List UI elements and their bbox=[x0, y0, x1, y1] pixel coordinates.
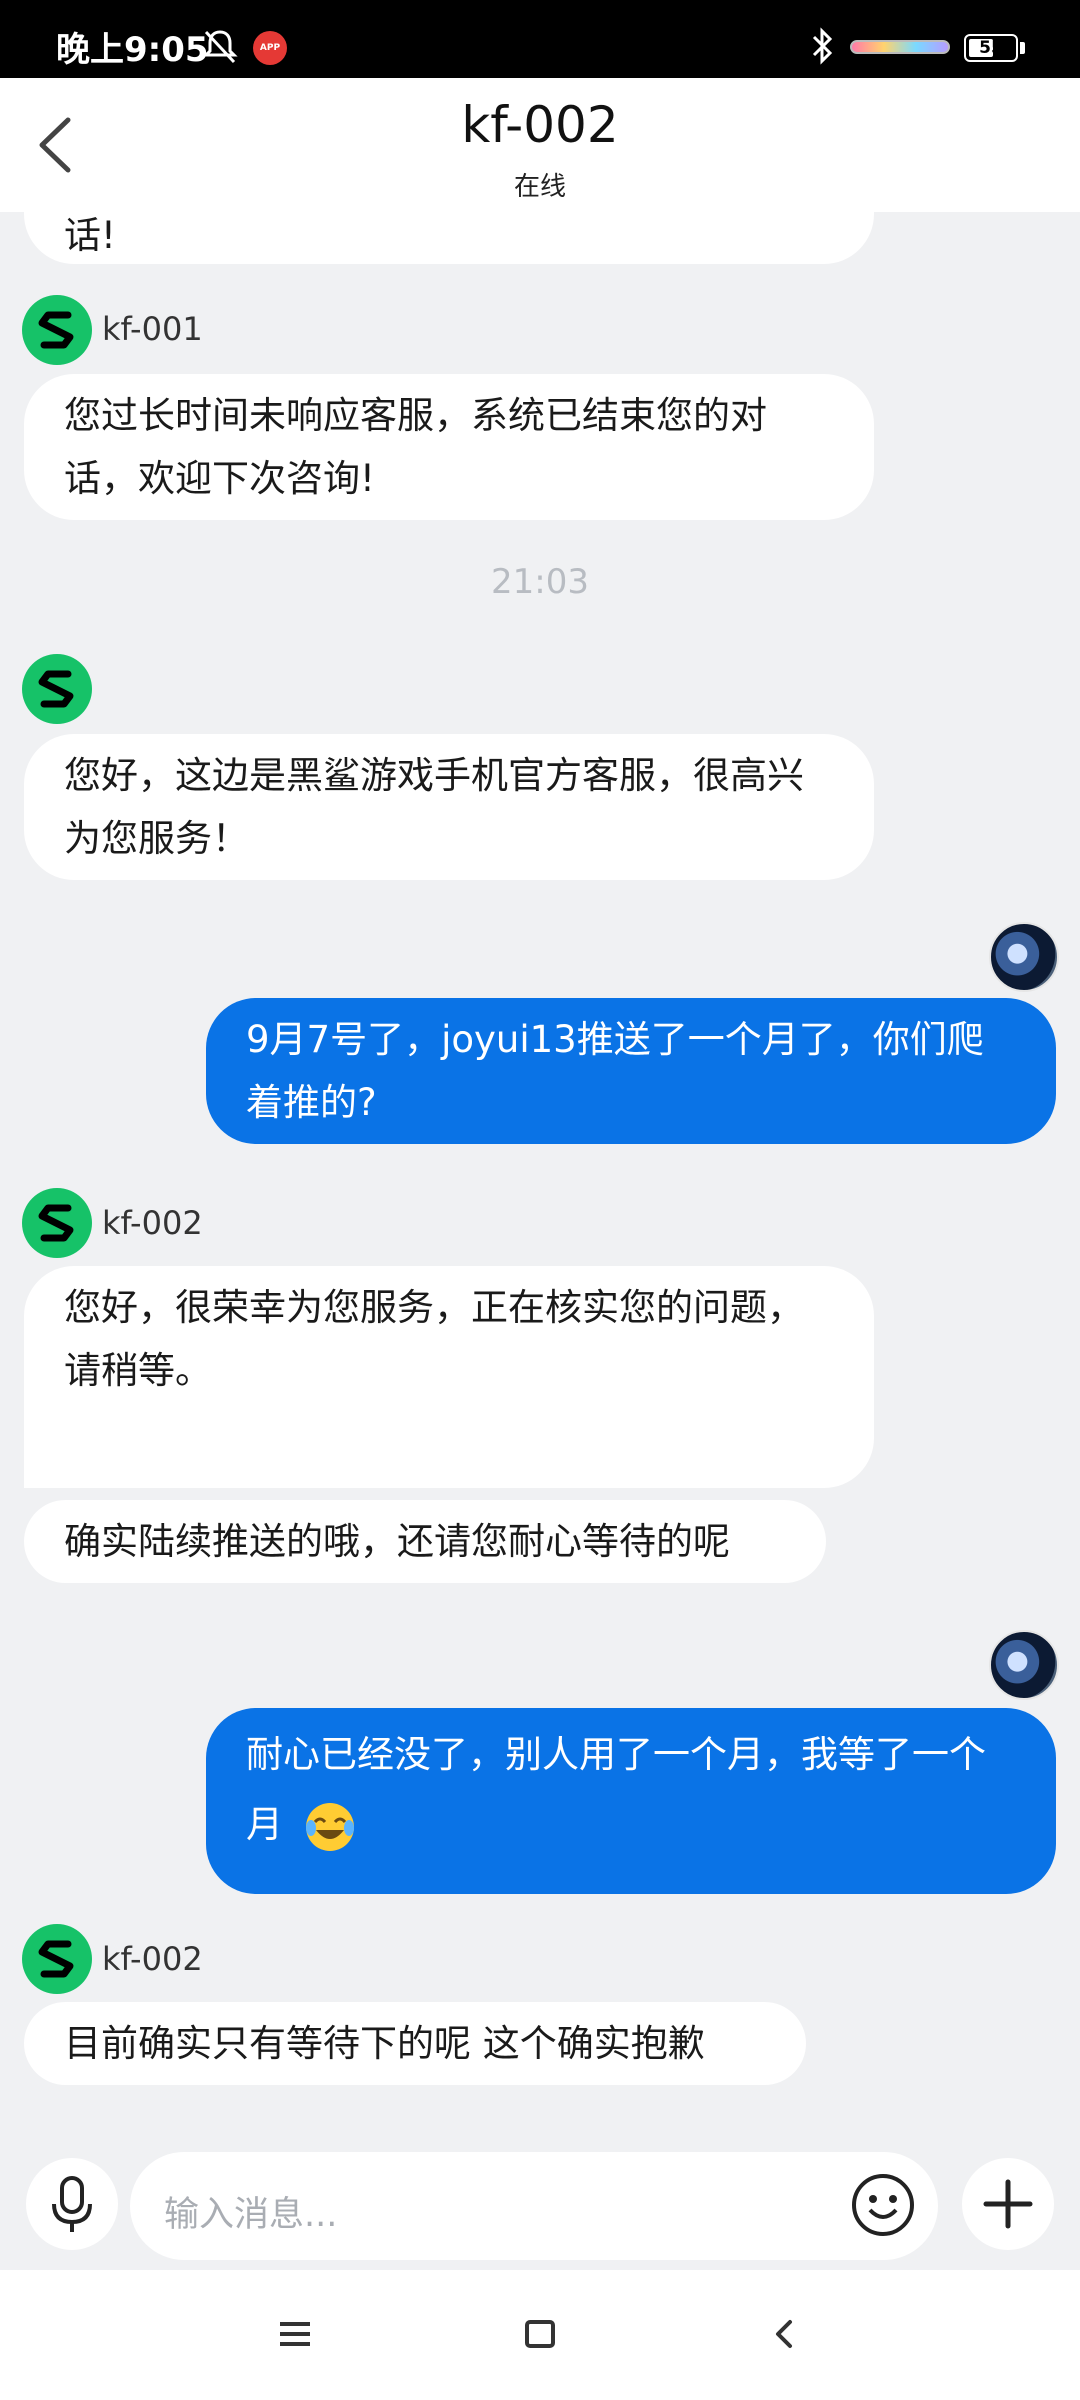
message-bubble: 您好，这边是黑鲨游戏手机官方客服，很高兴为您服务！ bbox=[24, 734, 874, 880]
message-bubble: 话! bbox=[24, 212, 874, 264]
plus-icon bbox=[983, 2179, 1033, 2229]
message-bubble: 确实陆续推送的哦，还请您耐心等待的呢 bbox=[24, 1500, 826, 1583]
home-icon[interactable] bbox=[505, 2300, 575, 2370]
status-time: 晚上9:05 bbox=[56, 30, 209, 70]
message-list[interactable]: 话! kf-001 您过长时间未响应客服，系统已结束您的对话，欢迎下次咨询! 2… bbox=[0, 212, 1080, 2152]
mic-icon bbox=[52, 2176, 92, 2232]
message-bubble: 您好，很荣幸为您服务，正在核实您的问题，请稍等。 bbox=[24, 1266, 874, 1488]
my-message-text: 耐心已经没了，别人用了一个月，我等了一个月 bbox=[246, 1733, 986, 1846]
nav-back-icon[interactable] bbox=[750, 2300, 820, 2370]
sender-name: kf-002 bbox=[102, 1940, 203, 1978]
battery-level: 55 bbox=[979, 38, 1003, 58]
agent-avatar[interactable] bbox=[22, 654, 92, 724]
message-input[interactable]: 输入消息... bbox=[130, 2152, 938, 2260]
chat-title: kf-002 bbox=[461, 96, 619, 154]
user-avatar[interactable] bbox=[989, 1630, 1059, 1700]
message-bubble: 目前确实只有等待下的呢 这个确实抱歉 bbox=[24, 2002, 806, 2085]
sender-name: kf-002 bbox=[102, 1204, 203, 1242]
battery-icon: 55 bbox=[964, 34, 1018, 62]
message-input-bar: 输入消息... bbox=[0, 2140, 1080, 2270]
message-bubble: 您过长时间未响应客服，系统已结束您的对话，欢迎下次咨询! bbox=[24, 374, 874, 520]
my-message-bubble: 耐心已经没了，别人用了一个月，我等了一个月 bbox=[206, 1708, 1056, 1894]
status-bar: 晚上9:05 APP 55 bbox=[0, 0, 1080, 78]
tears-of-joy-emoji-icon bbox=[305, 1802, 354, 1851]
agent-avatar[interactable] bbox=[22, 1924, 92, 1994]
signal-indicator bbox=[850, 40, 950, 54]
app-notification-badge: APP bbox=[253, 31, 287, 65]
voice-input-button[interactable] bbox=[26, 2158, 118, 2250]
user-avatar[interactable] bbox=[989, 922, 1059, 992]
bluetooth-icon bbox=[812, 27, 833, 65]
system-nav-bar bbox=[0, 2270, 1080, 2400]
online-status: 在线 bbox=[513, 172, 566, 202]
sender-name: kf-001 bbox=[102, 310, 203, 348]
battery-cap bbox=[1020, 42, 1025, 54]
mute-bell-icon bbox=[202, 30, 238, 64]
agent-avatar[interactable] bbox=[22, 1188, 92, 1258]
my-message-bubble: 9月7号了，joyui13推送了一个月了，你们爬着推的? bbox=[206, 998, 1056, 1144]
emoji-icon[interactable] bbox=[848, 2170, 918, 2240]
agent-avatar[interactable] bbox=[22, 295, 92, 365]
input-placeholder: 输入消息... bbox=[164, 2195, 338, 2235]
more-options-button[interactable] bbox=[962, 2158, 1054, 2250]
chat-header: kf-002 在线 bbox=[0, 78, 1080, 212]
time-separator: 21:03 bbox=[491, 562, 589, 602]
menu-icon[interactable] bbox=[260, 2300, 330, 2370]
